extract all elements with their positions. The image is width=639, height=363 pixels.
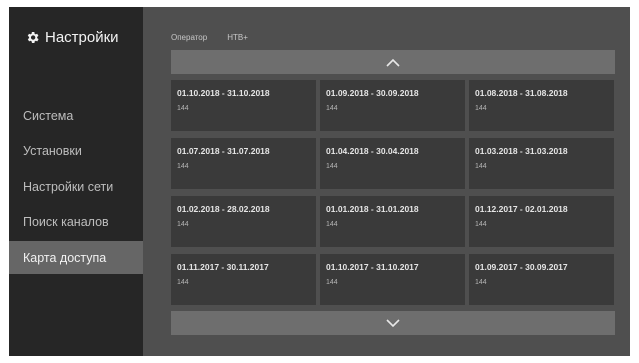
period-cell[interactable]: 01.01.2018 - 31.01.2018 144 xyxy=(320,196,465,247)
period-count: 144 xyxy=(177,279,189,286)
period-cell[interactable]: 01.07.2018 - 31.07.2018 144 xyxy=(171,138,316,189)
access-card-grid: 01.10.2018 - 31.10.2018 144 01.09.2018 -… xyxy=(171,80,615,305)
period-dates: 01.11.2017 - 30.11.2017 xyxy=(177,262,269,272)
sidebar-item-label: Карта доступа xyxy=(23,250,107,265)
period-cell[interactable]: 01.10.2017 - 31.10.2017 144 xyxy=(320,254,465,305)
operator-row: Оператор НТВ+ xyxy=(171,33,248,42)
sidebar-item-access-card[interactable]: Карта доступа xyxy=(9,241,143,274)
period-count: 144 xyxy=(475,221,487,228)
sidebar-item-installation[interactable]: Установки xyxy=(9,135,143,168)
period-dates: 01.10.2018 - 31.10.2018 xyxy=(177,88,270,98)
sidebar-item-system[interactable]: Система xyxy=(9,99,143,132)
period-count: 144 xyxy=(177,105,189,112)
period-cell[interactable]: 01.12.2017 - 02.01.2018 144 xyxy=(469,196,614,247)
operator-value: НТВ+ xyxy=(227,33,248,42)
period-dates: 01.12.2017 - 02.01.2018 xyxy=(475,204,568,214)
period-dates: 01.08.2018 - 31.08.2018 xyxy=(475,88,568,98)
period-dates: 01.09.2018 - 30.09.2018 xyxy=(326,88,419,98)
period-count: 144 xyxy=(475,279,487,286)
gear-icon xyxy=(25,30,40,45)
sidebar-item-label: Система xyxy=(23,108,74,123)
period-cell[interactable]: 01.04.2018 - 30.04.2018 144 xyxy=(320,138,465,189)
sidebar-title-label: Настройки xyxy=(45,29,119,46)
period-count: 144 xyxy=(475,163,487,170)
period-dates: 01.07.2018 - 31.07.2018 xyxy=(177,146,270,156)
sidebar-item-label: Поиск каналов xyxy=(23,215,109,229)
period-count: 144 xyxy=(326,105,338,112)
chevron-up-icon xyxy=(386,58,400,67)
period-cell[interactable]: 01.09.2018 - 30.09.2018 144 xyxy=(320,80,465,131)
period-count: 144 xyxy=(326,279,338,286)
period-count: 144 xyxy=(475,105,487,112)
period-cell[interactable]: 01.03.2018 - 31.03.2018 144 xyxy=(469,138,614,189)
period-cell[interactable]: 01.08.2018 - 31.08.2018 144 xyxy=(469,80,614,131)
sidebar-item-label: Установки xyxy=(23,144,82,158)
period-cell[interactable]: 01.09.2017 - 30.09.2017 144 xyxy=(469,254,614,305)
period-cell[interactable]: 01.11.2017 - 30.11.2017 144 xyxy=(171,254,316,305)
chevron-down-icon xyxy=(386,318,400,328)
period-cell[interactable]: 01.10.2018 - 31.10.2018 144 xyxy=(171,80,316,131)
sidebar-menu: Система Установки Настройки сети Поиск к… xyxy=(9,99,143,277)
sidebar: Настройки Система Установки Настройки се… xyxy=(9,7,143,356)
sidebar-item-channel-search[interactable]: Поиск каналов xyxy=(9,206,143,239)
scroll-up-button[interactable] xyxy=(171,50,615,74)
period-count: 144 xyxy=(326,221,338,228)
sidebar-item-network-settings[interactable]: Настройки сети xyxy=(9,170,143,203)
operator-label: Оператор xyxy=(171,33,208,42)
period-count: 144 xyxy=(177,221,189,228)
period-dates: 01.04.2018 - 30.04.2018 xyxy=(326,146,419,156)
period-count: 144 xyxy=(326,163,338,170)
period-dates: 01.09.2017 - 30.09.2017 xyxy=(475,262,568,272)
period-dates: 01.03.2018 - 31.03.2018 xyxy=(475,146,568,156)
period-cell[interactable]: 01.02.2018 - 28.02.2018 144 xyxy=(171,196,316,247)
period-dates: 01.10.2017 - 31.10.2017 xyxy=(326,262,419,272)
sidebar-title: Настройки xyxy=(25,29,119,46)
scroll-down-button[interactable] xyxy=(171,311,615,335)
period-dates: 01.01.2018 - 31.01.2018 xyxy=(326,204,419,214)
period-dates: 01.02.2018 - 28.02.2018 xyxy=(177,204,270,214)
sidebar-item-label: Настройки сети xyxy=(23,179,114,194)
period-count: 144 xyxy=(177,163,189,170)
